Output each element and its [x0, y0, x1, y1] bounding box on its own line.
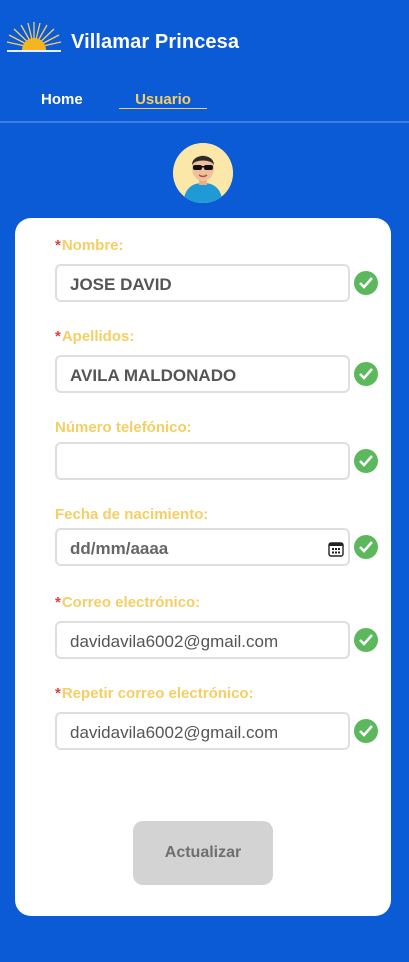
check-circle-icon — [354, 628, 378, 652]
sunrise-logo — [6, 22, 62, 52]
nombre-input[interactable]: JOSE DAVID — [55, 264, 350, 302]
actualizar-button[interactable]: Actualizar — [133, 821, 273, 885]
correo-label: *Correo electrónico: — [55, 594, 200, 611]
repetir-correo-label-text: Repetir correo electrónico: — [61, 685, 254, 702]
repetir-correo-value: davidavila6002@gmail.com — [70, 723, 279, 742]
brand-name: Villamar Princesa — [71, 31, 240, 53]
correo-label-text: Correo electrónico: — [61, 594, 201, 611]
required-marker: * — [55, 328, 61, 345]
check-circle-icon — [354, 535, 378, 559]
check-circle-icon — [354, 362, 378, 386]
apellidos-value: AVILA MALDONADO — [70, 366, 237, 385]
fecha-placeholder: dd/mm/aaaa — [70, 539, 169, 558]
apellidos-label-text: Apellidos: — [61, 328, 135, 345]
check-circle-icon — [354, 271, 378, 295]
nav-user-link[interactable]: Usuario — [119, 91, 207, 109]
avatar-icon — [173, 143, 233, 203]
apellidos-input[interactable]: AVILA MALDONADO — [55, 355, 350, 393]
profile-form-card — [15, 218, 391, 916]
required-marker: * — [55, 685, 61, 702]
apellidos-label: *Apellidos: — [55, 328, 134, 345]
correo-value: davidavila6002@gmail.com — [70, 632, 279, 651]
repetir-correo-input[interactable]: davidavila6002@gmail.com — [55, 712, 350, 750]
fecha-input[interactable]: dd/mm/aaaa — [55, 528, 350, 566]
required-marker: * — [55, 237, 61, 254]
check-circle-icon — [354, 719, 378, 743]
user-avatar — [173, 143, 233, 203]
correo-input[interactable]: davidavila6002@gmail.com — [55, 621, 350, 659]
nombre-label-text: Nombre: — [61, 237, 124, 254]
header: Villamar Princesa Home Usuario — [0, 0, 409, 123]
calendar-icon[interactable] — [328, 541, 344, 557]
check-circle-icon — [354, 449, 378, 473]
required-marker: * — [55, 594, 61, 611]
nav-home-link[interactable]: Home — [41, 91, 83, 108]
fecha-label: Fecha de nacimiento: — [55, 506, 209, 523]
telefono-label: Número telefónico: — [55, 419, 192, 436]
nombre-label: *Nombre: — [55, 237, 124, 254]
header-divider — [0, 121, 409, 123]
repetir-correo-label: *Repetir correo electrónico: — [55, 685, 254, 702]
nombre-value: JOSE DAVID — [70, 275, 172, 294]
telefono-input[interactable] — [55, 442, 350, 480]
